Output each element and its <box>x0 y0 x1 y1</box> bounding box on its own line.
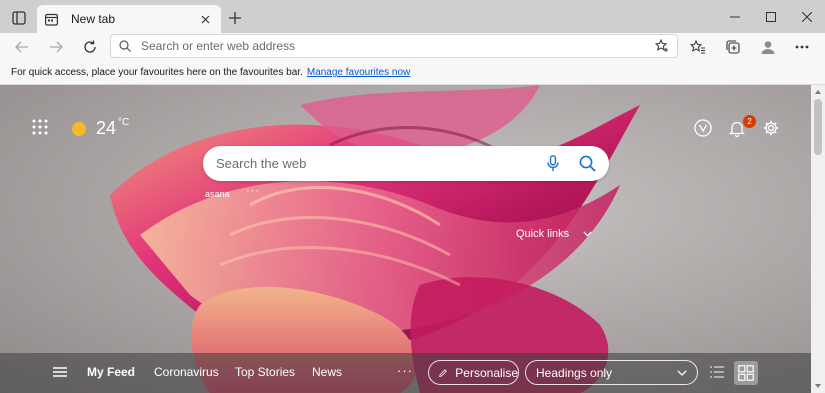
chevron-down-icon <box>583 231 592 237</box>
rewards-icon <box>694 119 712 137</box>
weather-widget[interactable]: 24 °C <box>72 117 130 139</box>
new-tab-page: 24 °C 2 asana ··· Quick links My Feed Co… <box>0 85 811 393</box>
page-scrollbar[interactable] <box>811 85 825 393</box>
address-bar[interactable] <box>110 34 678 58</box>
tab-bar: New tab <box>0 0 825 33</box>
feed-layout-value: Headings only <box>536 365 613 380</box>
list-view-icon <box>710 366 724 378</box>
grid-view-button[interactable] <box>734 361 758 385</box>
plus-icon <box>229 12 241 24</box>
feed-menu-button[interactable] <box>52 365 68 379</box>
scroll-thumb[interactable] <box>814 99 822 155</box>
tab-actions-menu-button[interactable] <box>8 8 30 28</box>
tab-title: New tab <box>71 12 116 26</box>
feed-tab-news[interactable]: News <box>312 365 342 379</box>
close-tab-button[interactable] <box>197 11 213 27</box>
minimize-icon <box>730 16 740 18</box>
search-submit-button[interactable] <box>577 154 597 174</box>
favourites-icon <box>690 40 705 54</box>
feed-tab-top-stories[interactable]: Top Stories <box>235 365 295 379</box>
quick-link-asana[interactable]: asana <box>205 189 230 199</box>
quick-links-more-button[interactable]: ··· <box>246 185 260 197</box>
notification-count-badge: 2 <box>743 115 756 128</box>
address-input[interactable] <box>141 39 655 53</box>
search-icon <box>119 40 131 52</box>
scroll-up-icon[interactable] <box>814 88 822 96</box>
feed-tab-coronavirus[interactable]: Coronavirus <box>154 365 219 379</box>
chevron-down-icon <box>677 369 687 376</box>
feed-layout-select[interactable]: Headings only <box>525 360 698 385</box>
apps-launcher-button[interactable] <box>32 119 50 137</box>
microphone-icon <box>547 155 559 171</box>
weather-temperature: 24 <box>96 118 117 138</box>
new-tab-button[interactable] <box>225 8 245 28</box>
web-search-box[interactable] <box>203 146 609 181</box>
more-horizontal-icon <box>795 45 809 49</box>
back-button[interactable] <box>10 36 34 58</box>
favourites-bar: For quick access, place your favourites … <box>0 61 825 85</box>
sun-icon <box>72 121 86 136</box>
add-favourite-icon[interactable] <box>655 39 669 53</box>
web-search-input[interactable] <box>216 156 543 171</box>
weather-unit: °C <box>118 117 130 128</box>
search-icon <box>579 155 596 172</box>
refresh-button[interactable] <box>78 36 102 58</box>
favourites-button[interactable] <box>686 36 710 58</box>
forward-button[interactable] <box>44 36 68 58</box>
minimize-button[interactable] <box>720 6 750 28</box>
arrow-left-icon <box>15 41 28 53</box>
scroll-down-icon[interactable] <box>814 382 822 390</box>
gear-icon <box>763 120 779 136</box>
navigation-toolbar <box>0 33 825 61</box>
hamburger-menu-icon <box>53 367 67 377</box>
feed-more-button[interactable]: ··· <box>397 363 413 378</box>
profile-button[interactable] <box>756 36 780 58</box>
avatar-icon <box>761 41 775 54</box>
voice-search-button[interactable] <box>543 154 563 174</box>
personalise-button[interactable]: Personalise <box>428 360 519 385</box>
grid-dots-icon <box>32 119 48 135</box>
favourites-bar-message: For quick access, place your favourites … <box>11 67 303 78</box>
new-tab-page-icon <box>45 12 59 26</box>
grid-view-icon <box>738 365 754 381</box>
news-feed-bar: My Feed Coronavirus Top Stories News ···… <box>0 353 811 393</box>
quick-links-toggle[interactable]: Quick links <box>516 228 592 240</box>
personalise-label: Personalise <box>455 365 518 380</box>
manage-favourites-link[interactable]: Manage favourites now <box>307 67 410 78</box>
close-window-icon <box>802 12 812 22</box>
maximize-icon <box>766 12 776 22</box>
list-view-button[interactable] <box>710 365 724 379</box>
refresh-icon <box>84 40 96 53</box>
pencil-icon <box>439 368 447 377</box>
tab-new-tab[interactable]: New tab <box>37 5 221 33</box>
close-icon <box>201 15 209 23</box>
tab-actions-icon <box>12 11 26 25</box>
settings-and-more-button[interactable] <box>790 36 814 58</box>
arrow-right-icon <box>50 41 63 53</box>
collections-icon <box>726 40 740 54</box>
quick-links-toggle-label: Quick links <box>516 228 570 240</box>
rewards-button[interactable] <box>692 117 714 139</box>
page-settings-button[interactable] <box>760 117 782 139</box>
collections-button[interactable] <box>721 36 745 58</box>
close-window-button[interactable] <box>792 6 822 28</box>
maximize-button[interactable] <box>756 6 786 28</box>
feed-tab-my-feed[interactable]: My Feed <box>87 365 135 379</box>
